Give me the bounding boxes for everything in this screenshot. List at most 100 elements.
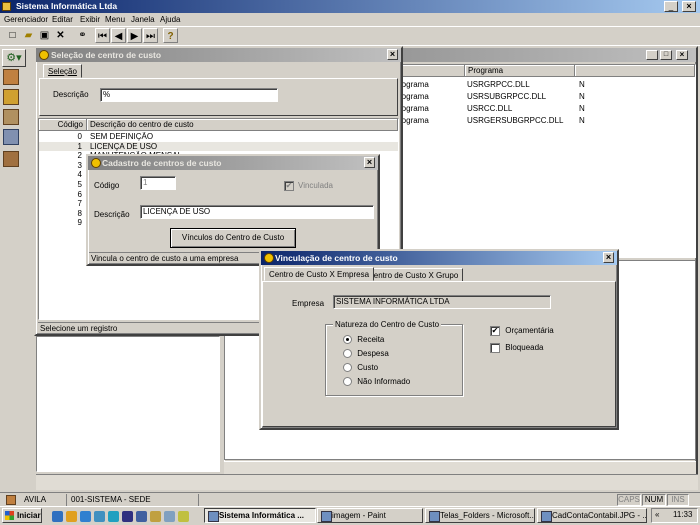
menu-editar[interactable]: Editar [52,13,73,26]
centro-grid-row[interactable]: 0 SEM DEFINIÇÃO [39,132,398,142]
app-minimize-button[interactable]: _ [664,1,678,12]
task-cadconta-label: CadContaContabil.JPG - ... [552,511,647,520]
menu-ajuda[interactable]: Ajuda [160,13,180,26]
program-type-cell: rograma [399,116,429,125]
bg-max-button[interactable]: □ [660,50,672,60]
left-tool-5-icon[interactable] [3,129,19,145]
tab-cc-x-empresa[interactable]: Centro de Custo X Empresa [264,267,375,281]
quicklaunch-tools-icon[interactable] [178,511,189,522]
status-caps: CAPS [617,494,641,506]
radio-despesa[interactable]: Despesa [343,349,389,359]
cadastro-title-bar: Cadastro de centros de custo [88,156,378,170]
status-divider-1 [66,494,67,506]
workspace-hscroll[interactable] [36,474,698,490]
tab-cc-x-grupo[interactable]: Centro de Custo X Grupo [363,268,464,282]
orcamentaria-checkbox[interactable]: ✔ [490,326,500,336]
radio-receita[interactable]: Receita [343,335,384,345]
new-document-icon[interactable]: □ [5,28,20,43]
program-flag-cell: N [579,92,585,101]
centro-code-cell: 8 [77,208,82,218]
empresa-label: Empresa [292,299,325,308]
first-record-icon[interactable]: ⏮ [95,28,110,43]
cancel-x-icon[interactable]: ✕ [53,28,68,43]
quicklaunch-outlook-icon[interactable] [66,511,77,522]
cadastro-status-text: Vincula o centro de custo a uma empresa [91,254,239,263]
help-icon[interactable]: ? [163,28,178,43]
radio-custo-label: Custo [357,363,379,372]
bg-close-button[interactable]: × [676,50,688,60]
task-imagem-paint[interactable]: imagem - Paint [317,508,423,523]
menu-janela[interactable]: Janela [131,13,155,26]
program-flag-cell: N [579,116,585,125]
cadastro-descricao-input[interactable]: LICENÇA DE USO [140,205,374,219]
vinculacao-close-button[interactable]: × [603,252,614,263]
task-sistema-label: Sistema Informática ... [219,511,304,520]
task-cadcontacontabil[interactable]: CadContaContabil.JPG - ... [537,508,647,523]
vinculos-button[interactable]: Vínculos do Centro de Custo [170,228,296,248]
bloqueada-checkbox[interactable] [490,343,500,353]
quicklaunch-desktop-icon[interactable] [94,511,105,522]
empresa-field: SISTEMA INFORMÁTICA LTDA [333,295,551,309]
search-binoculars-icon[interactable]: ⚭ [75,28,90,43]
grid-header-program: Programa [465,65,575,77]
app-close-button[interactable]: × [682,1,696,12]
left-tool-6-icon[interactable] [3,151,19,167]
centro-code-cell: 1 [77,141,82,151]
quicklaunch-app-icon[interactable] [136,511,147,522]
start-button-label: Iniciar [17,511,41,520]
prev-record-icon[interactable]: ◀ [111,28,126,43]
quicklaunch-explorer-icon[interactable] [108,511,119,522]
radio-nao-informado[interactable]: Não Informado [343,377,411,387]
program-type-cell: rograma [399,80,429,89]
centro-desc-cell: SEM DEFINIÇÃO [90,132,154,141]
radio-custo-dot[interactable] [343,363,352,373]
selecao-descricao-input[interactable]: % [100,88,278,102]
next-record-icon[interactable]: ▶ [127,28,142,43]
app-status-bar: AVILA 001-SISTEMA - SEDE CAPS NUM INS [0,492,700,506]
centro-code-cell: 9 [77,218,82,228]
task-sistema-informatica[interactable]: Sistema Informática ... [204,508,316,523]
program-name-cell: USRSUBGRPCC.DLL [467,92,547,101]
open-folder-icon[interactable]: ▰ [21,28,36,43]
vinculada-checkbox[interactable]: ✔ [284,181,294,191]
selecao-window-icon [39,50,49,60]
bg-min-button[interactable] [646,50,658,60]
cadastro-close-button[interactable]: × [364,157,375,168]
tray-expand-icon[interactable]: « [655,510,659,519]
left-tool-3-icon[interactable] [3,89,19,105]
bloqueada-checkbox-row[interactable]: Bloqueada [490,343,544,353]
centro-grid-row[interactable]: 1 LICENÇA DE USO [39,141,398,152]
quicklaunch-ie-icon[interactable] [52,511,63,522]
quicklaunch-media-icon[interactable] [122,511,133,522]
quicklaunch-mail-icon[interactable] [150,511,161,522]
last-record-icon[interactable]: ⏭ [143,28,158,43]
selecao-close-button[interactable]: × [387,49,398,60]
menu-gerenciador[interactable]: Gerenciador [4,13,48,26]
radio-nao-informado-label: Não Informado [357,377,411,386]
radio-despesa-dot[interactable] [343,349,352,359]
radio-custo[interactable]: Custo [343,363,379,373]
left-tool-2-icon[interactable] [3,69,19,85]
selecao-title: Seleção de centro de custo [51,50,162,60]
radio-receita-dot[interactable] [343,335,352,345]
left-tool-4-icon[interactable] [3,109,19,125]
app-icon [2,2,11,11]
quicklaunch-image-icon[interactable] [164,511,175,522]
menu-menu[interactable]: Menu [105,13,125,26]
left-tool-1-icon[interactable]: ⚙▾ [2,49,26,67]
cadastro-descricao-label: Descrição [94,210,130,219]
task-telas-folders[interactable]: Telas_Folders - Microsoft... [425,508,535,523]
tab-selecao[interactable]: Seleção [43,64,82,78]
orcamentaria-checkbox-row[interactable]: ✔ Orçamentária [490,326,554,336]
program-name-cell: USRCC.DLL [467,104,513,113]
menu-bar: Gerenciador Editar Exibir Menu Janela Aj… [0,13,700,26]
cadastro-codigo-input[interactable]: 1 [140,176,176,190]
radio-nao-informado-dot[interactable] [343,377,352,387]
quicklaunch-folder-icon[interactable] [80,511,91,522]
task-paint-label: imagem - Paint [332,511,386,520]
menu-exibir[interactable]: Exibir [80,13,100,26]
grid-header-codigo: Código [39,119,87,131]
centro-code-cell: 6 [77,189,82,199]
save-icon[interactable]: ▣ [37,28,52,43]
vinculacao-title-bar: Vinculação de centro de custo [261,251,617,265]
